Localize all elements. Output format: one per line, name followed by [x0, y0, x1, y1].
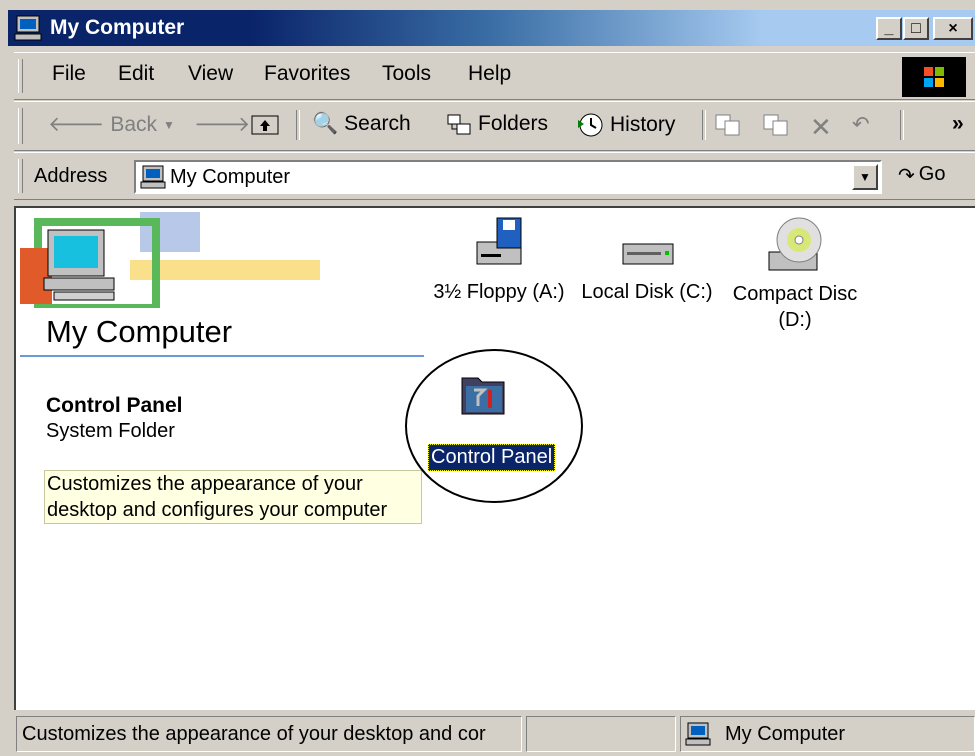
selection-name: Control Panel: [46, 394, 183, 417]
undo-button[interactable]: ↶: [852, 112, 870, 137]
address-dropdown-button[interactable]: ▼: [852, 164, 878, 190]
floppy-drive-icon: [476, 217, 522, 265]
menu-bar: File Edit View Favorites Tools Help: [14, 52, 975, 100]
menu-favorites[interactable]: Favorites: [264, 62, 350, 86]
local-disk-label: Local Disk (C:): [581, 281, 713, 303]
control-panel-label[interactable]: Control Panel: [428, 444, 556, 471]
folders-icon: [447, 114, 471, 135]
folder-view[interactable]: My Computer Control Panel System Folder …: [14, 206, 975, 710]
menu-edit[interactable]: Edit: [118, 62, 154, 86]
computer-icon: [685, 722, 711, 746]
address-bar: Address My Computer ▼ ↷ Go: [14, 152, 975, 200]
delete-icon: ✕: [810, 112, 832, 142]
menu-help[interactable]: Help: [468, 62, 511, 86]
move-to-icon: [715, 114, 740, 136]
back-dropdown-icon: ▼: [163, 117, 175, 132]
back-arrow-icon: 🡐: [48, 113, 105, 136]
toolbar-separator: [900, 110, 904, 140]
compact-disc-label: Compact Disc (D:): [732, 283, 858, 331]
status-location-panel: My Computer: [680, 716, 975, 752]
minimize-button[interactable]: _: [876, 17, 902, 40]
menu-file[interactable]: File: [52, 62, 86, 86]
back-button[interactable]: 🡐 Back ▼: [48, 112, 175, 137]
toolbar-grip[interactable]: [18, 108, 23, 144]
title-bar[interactable]: My Computer _ □ ×: [8, 10, 975, 46]
copy-to-icon: [763, 114, 788, 136]
address-field[interactable]: My Computer ▼: [134, 160, 882, 194]
status-location: My Computer: [725, 723, 846, 745]
cd-drive-icon: [768, 217, 822, 271]
up-button[interactable]: [250, 112, 280, 136]
my-computer-banner-icon: [20, 212, 320, 308]
address-grip[interactable]: [18, 159, 23, 193]
folders-button[interactable]: Folders: [446, 112, 548, 136]
undo-icon: ↶: [852, 113, 870, 136]
history-button[interactable]: History: [576, 112, 675, 138]
history-icon: [578, 113, 603, 137]
window-title: My Computer: [50, 16, 185, 39]
history-label: History: [610, 113, 676, 136]
computer-icon: [14, 15, 42, 41]
up-folder-icon: [251, 115, 279, 135]
local-disk-item[interactable]: Local Disk (C:): [574, 216, 720, 305]
search-button[interactable]: 🔍 Search: [312, 112, 411, 136]
toolbar-separator: [702, 110, 706, 140]
copy-to-button[interactable]: [762, 112, 790, 138]
computer-icon: [140, 165, 166, 189]
menu-view[interactable]: View: [188, 62, 233, 86]
go-label: Go: [918, 163, 946, 185]
hard-disk-icon: [622, 243, 674, 265]
search-label: Search: [344, 112, 411, 135]
pane-divider: [20, 355, 424, 357]
move-to-button[interactable]: [714, 112, 742, 138]
close-button[interactable]: ×: [933, 17, 973, 40]
address-label: Address: [34, 165, 108, 187]
address-value: My Computer: [170, 166, 291, 188]
folders-label: Folders: [478, 112, 549, 135]
status-panel-empty: [526, 716, 676, 752]
go-arrow-icon: ↷: [898, 165, 915, 187]
go-button[interactable]: ↷ Go: [898, 163, 945, 188]
maximize-button[interactable]: □: [903, 17, 929, 40]
control-panel-icon[interactable]: [460, 370, 508, 416]
standard-toolbar: 🡐 Back ▼ 🡒 ▼ 🔍 Search Folders History: [14, 101, 975, 151]
status-bar: Customizes the appearance of your deskto…: [14, 712, 975, 756]
back-label: Back: [110, 112, 158, 136]
floppy-drive-item[interactable]: 3½ Floppy (A:): [424, 216, 574, 305]
selection-type: System Folder: [46, 420, 175, 442]
search-icon: 🔍: [312, 112, 339, 135]
floppy-drive-label: 3½ Floppy (A:): [433, 281, 565, 303]
pane-title: My Computer: [46, 314, 233, 349]
more-tools-button[interactable]: »: [952, 112, 964, 136]
compact-disc-item[interactable]: Compact Disc (D:): [722, 216, 868, 333]
menu-grip[interactable]: [18, 59, 23, 93]
delete-button[interactable]: ✕: [810, 112, 832, 143]
windows-logo-icon: [902, 57, 966, 97]
selection-description: Customizes the appearance of your deskto…: [44, 470, 422, 524]
toolbar-separator: [296, 110, 300, 140]
status-text: Customizes the appearance of your deskto…: [16, 716, 522, 752]
chevron-down-icon: ▼: [859, 170, 871, 184]
forward-arrow-icon: 🡒: [194, 113, 251, 136]
menu-tools[interactable]: Tools: [382, 62, 431, 86]
